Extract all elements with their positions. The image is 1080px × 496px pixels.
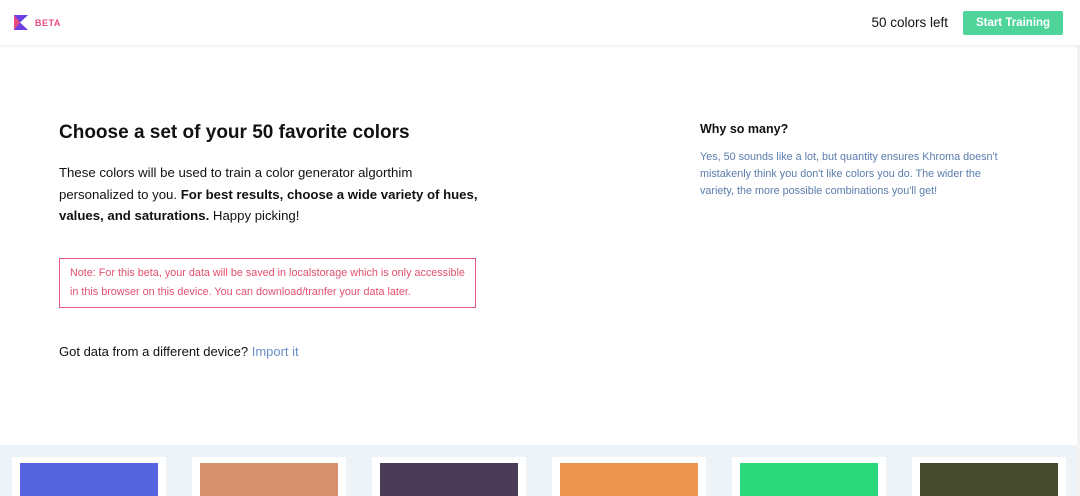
color-swatch[interactable] [20, 463, 158, 496]
beta-badge: BETA [35, 17, 61, 28]
intro-tail: Happy picking! [209, 208, 300, 223]
top-bar: BETA 50 colors left Start Training [0, 0, 1080, 45]
intro-paragraph: These colors will be used to train a col… [59, 162, 479, 227]
import-prompt: Got data from a different device? Import… [59, 344, 299, 359]
color-card[interactable] [552, 457, 706, 496]
color-card[interactable] [192, 457, 346, 496]
import-link[interactable]: Import it [252, 344, 299, 359]
why-explanation: Yes, 50 sounds like a lot, but quantity … [700, 151, 998, 197]
color-card[interactable] [372, 457, 526, 496]
color-swatch-grid [0, 445, 1080, 496]
import-prompt-text: Got data from a different device? [59, 344, 252, 359]
page-title: Choose a set of your 50 favorite colors [59, 122, 410, 143]
color-swatch[interactable] [380, 463, 518, 496]
color-swatch[interactable] [740, 463, 878, 496]
colors-left-counter: 50 colors left [871, 15, 948, 30]
color-swatch[interactable] [560, 463, 698, 496]
why-title: Why so many? [700, 122, 789, 136]
color-card[interactable] [732, 457, 886, 496]
color-swatch[interactable] [200, 463, 338, 496]
khroma-logo-icon [14, 15, 28, 30]
start-training-button[interactable]: Start Training [963, 11, 1063, 35]
color-swatch[interactable] [920, 463, 1058, 496]
logo[interactable]: BETA [14, 15, 61, 30]
storage-note: Note: For this beta, your data will be s… [59, 258, 476, 308]
color-card[interactable] [12, 457, 166, 496]
color-card[interactable] [912, 457, 1066, 496]
